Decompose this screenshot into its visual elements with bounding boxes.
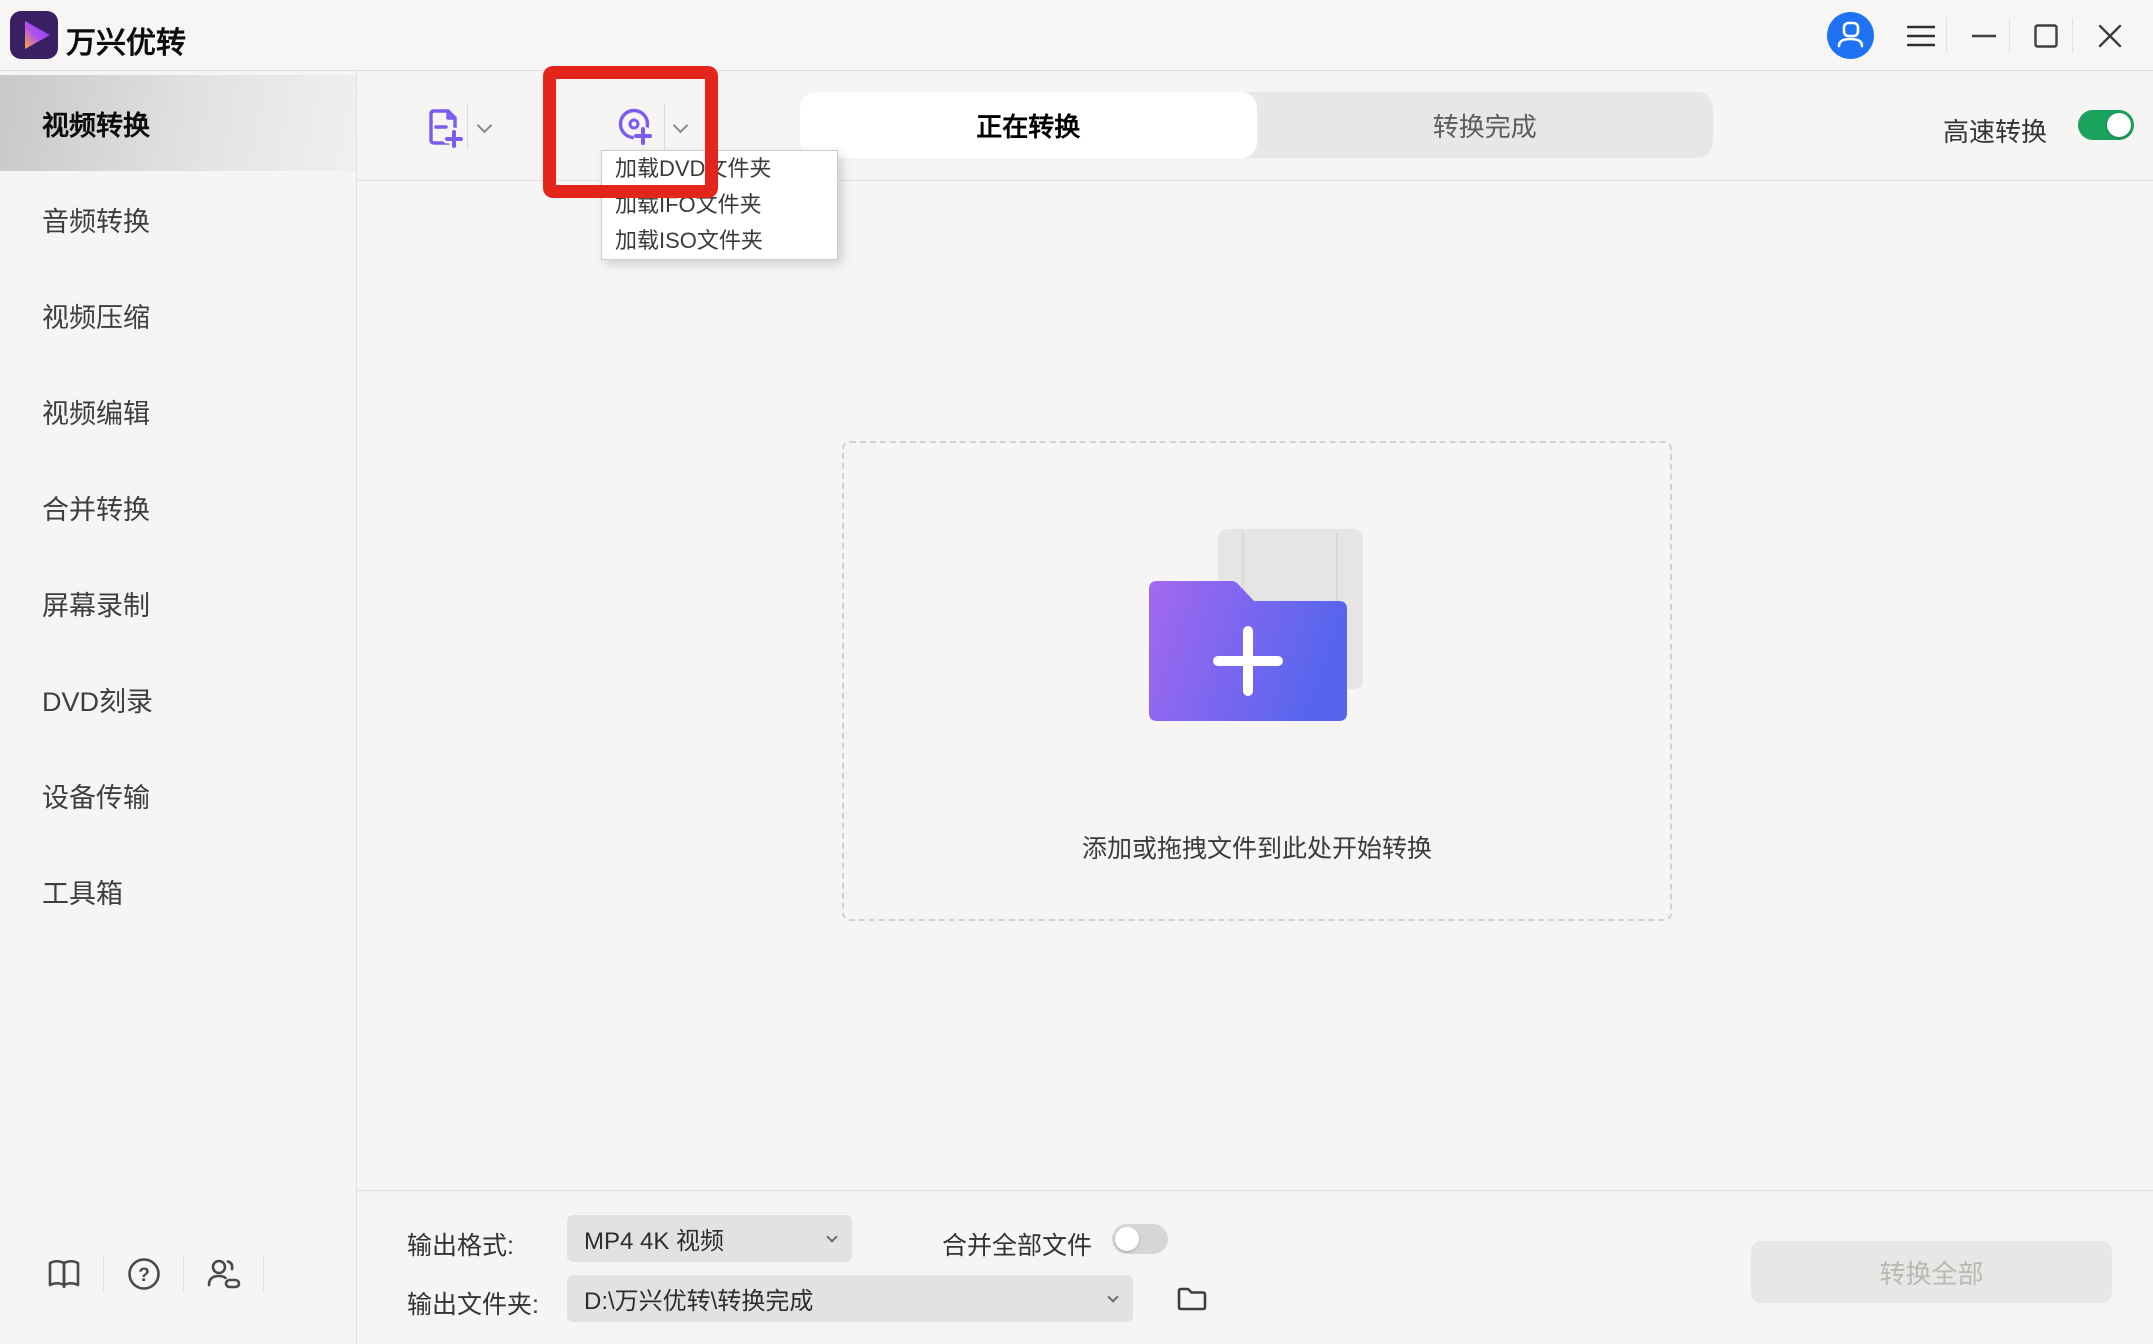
help-button[interactable]: ?: [126, 1256, 162, 1292]
sidebar-item-label: 合并转换: [42, 488, 150, 527]
footer-separator: [183, 1256, 184, 1292]
add-folder-illustration: [1149, 529, 1371, 726]
sidebar-item-label: 视频压缩: [42, 296, 150, 335]
output-format-value: MP4 4K 视频: [584, 1221, 724, 1256]
convert-tabs: 正在转换 转换完成: [800, 92, 1713, 158]
add-file-dropdown-button[interactable]: [479, 118, 490, 136]
app-logo-icon: [10, 11, 58, 59]
output-format-label: 输出格式:: [407, 1226, 514, 1262]
sidebar-item-toolbox[interactable]: 工具箱: [0, 843, 356, 939]
titlebar: 万兴优转: [0, 0, 2153, 71]
output-format-select[interactable]: MP4 4K 视频: [567, 1215, 852, 1262]
add-dvd-dropdown-button[interactable]: [675, 118, 686, 136]
tab-label: 正在转换: [976, 107, 1080, 144]
sidebar: 视频转换 音频转换 视频压缩 视频编辑 合并转换 屏幕录制 DVD刻录 设备传输…: [0, 71, 357, 1344]
chevron-down-icon: [477, 118, 493, 134]
titlebar-separator: [2009, 18, 2010, 53]
guide-button[interactable]: [46, 1256, 82, 1292]
fast-convert-label: 高速转换: [1943, 112, 2047, 149]
chevron-down-icon: [673, 118, 689, 134]
close-icon: [2098, 24, 2122, 48]
add-file-button[interactable]: [420, 104, 466, 150]
close-button[interactable]: [2086, 0, 2134, 71]
account-avatar-icon: [1827, 12, 1874, 59]
maximize-icon: [2034, 24, 2058, 48]
menu-button[interactable]: [1900, 0, 1942, 71]
output-bar: 输出格式: MP4 4K 视频 合并全部文件 输出文件夹: D:\万兴优转\转换…: [357, 1190, 2153, 1344]
minimize-icon: [1972, 34, 1996, 38]
main-content: 正在转换 转换完成 高速转换: [357, 71, 2153, 1344]
sidebar-item-label: 音频转换: [42, 200, 150, 239]
chevron-down-icon: [826, 1231, 837, 1242]
add-file-icon: [420, 104, 466, 150]
svg-text:?: ?: [138, 1265, 150, 1286]
sidebar-item-screen-record[interactable]: 屏幕录制: [0, 555, 356, 651]
menu-item-load-dvd-folder[interactable]: 加载DVD文件夹: [602, 151, 837, 187]
tab-converting[interactable]: 正在转换: [800, 92, 1257, 158]
folder-icon: [1175, 1282, 1209, 1316]
share-users-icon: [206, 1256, 242, 1292]
dropzone-hint: 添加或拖拽文件到此处开始转换: [844, 829, 1670, 865]
help-icon: ?: [126, 1256, 162, 1292]
share-button[interactable]: [206, 1256, 242, 1292]
add-dvd-button[interactable]: [612, 104, 658, 150]
tab-label: 转换完成: [1433, 107, 1537, 144]
sidebar-item-dvd-burn[interactable]: DVD刻录: [0, 651, 356, 747]
sidebar-item-label: 设备传输: [42, 776, 150, 815]
menu-item-load-ifo-folder[interactable]: 加载IFO文件夹: [602, 187, 837, 223]
hamburger-menu-icon: [1907, 25, 1935, 47]
merge-all-label: 合并全部文件: [942, 1226, 1092, 1262]
convert-all-button[interactable]: 转换全部: [1751, 1241, 2112, 1303]
chevron-down-icon: [1107, 1291, 1118, 1302]
toolbar-separator: [664, 104, 665, 150]
dvd-dropdown-menu: 加载DVD文件夹 加载IFO文件夹 加载ISO文件夹: [601, 150, 838, 260]
merge-all-toggle[interactable]: [1112, 1224, 1168, 1254]
maximize-button[interactable]: [2022, 0, 2070, 71]
sidebar-item-label: 视频编辑: [42, 392, 150, 431]
sidebar-item-merge-convert[interactable]: 合并转换: [0, 459, 356, 555]
toggle-knob: [1115, 1227, 1139, 1251]
sidebar-item-label: 视频转换: [42, 104, 150, 143]
file-dropzone[interactable]: 添加或拖拽文件到此处开始转换: [842, 441, 1672, 921]
titlebar-separator: [1946, 18, 1947, 53]
footer-separator: [263, 1256, 264, 1292]
app-title: 万兴优转: [66, 18, 186, 62]
tab-finished[interactable]: 转换完成: [1257, 92, 1714, 158]
sidebar-item-device-transfer[interactable]: 设备传输: [0, 747, 356, 843]
sidebar-item-audio-convert[interactable]: 音频转换: [0, 171, 356, 267]
titlebar-separator: [2072, 18, 2073, 53]
sidebar-item-label: 屏幕录制: [42, 584, 150, 623]
guide-book-icon: [46, 1256, 82, 1292]
sidebar-item-label: DVD刻录: [42, 680, 153, 719]
browse-folder-button[interactable]: [1175, 1282, 1209, 1316]
output-folder-value: D:\万兴优转\转换完成: [584, 1281, 813, 1316]
sidebar-item-video-compress[interactable]: 视频压缩: [0, 267, 356, 363]
menu-item-load-iso-folder[interactable]: 加载ISO文件夹: [602, 223, 837, 259]
sidebar-item-video-convert[interactable]: 视频转换: [0, 75, 356, 171]
sidebar-item-label: 工具箱: [42, 872, 123, 911]
output-folder-label: 输出文件夹:: [407, 1285, 539, 1321]
minimize-button[interactable]: [1960, 0, 2008, 71]
sidebar-item-video-edit[interactable]: 视频编辑: [0, 363, 356, 459]
add-dvd-icon: [612, 104, 658, 150]
fast-convert-toggle[interactable]: [2078, 110, 2134, 140]
toolbar-separator: [467, 104, 468, 150]
toggle-knob: [2107, 113, 2131, 137]
account-avatar[interactable]: [1827, 0, 1874, 71]
output-folder-select[interactable]: D:\万兴优转\转换完成: [567, 1275, 1133, 1322]
footer-separator: [103, 1256, 104, 1292]
